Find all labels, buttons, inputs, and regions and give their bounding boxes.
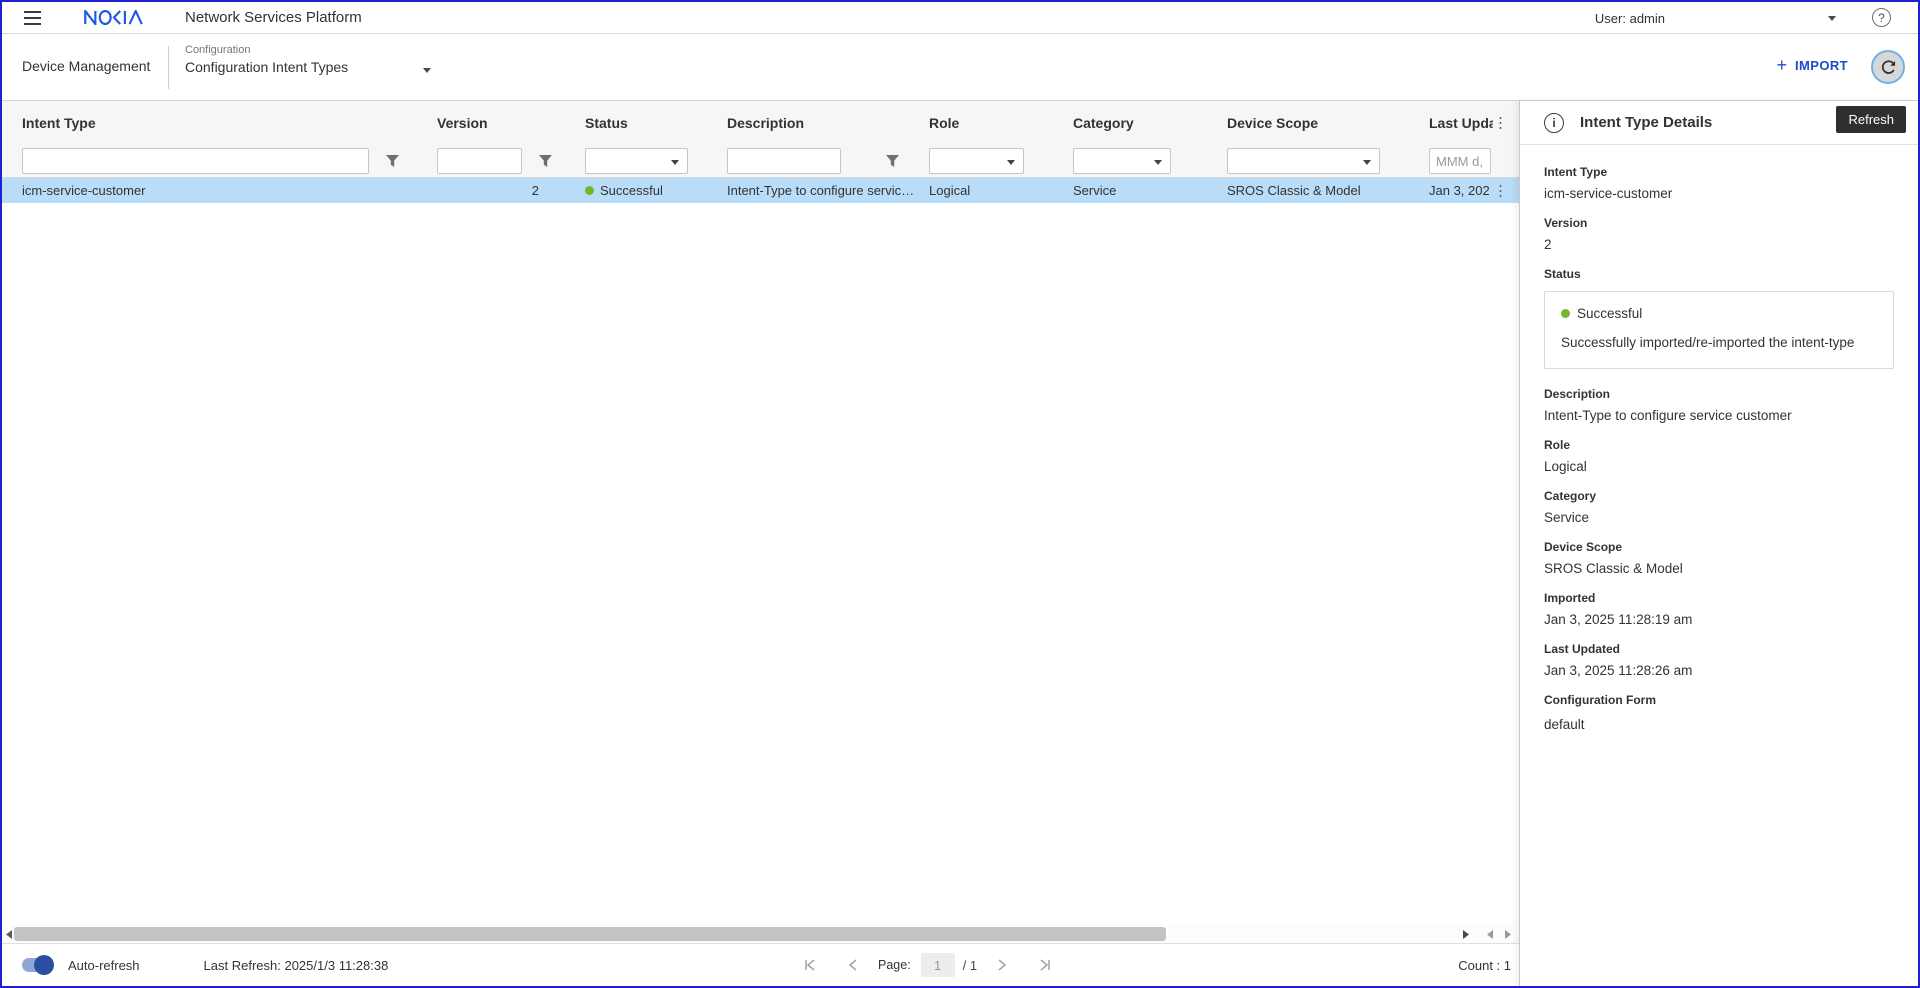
page-number-input[interactable] [921, 953, 955, 977]
table-row-selected[interactable]: icm-service-customer 2 Successful Intent… [2, 178, 1519, 203]
help-icon[interactable]: ? [1872, 8, 1891, 27]
chevron-down-icon [1154, 160, 1162, 165]
filter-input-description[interactable] [727, 148, 841, 174]
details-panel-body: Intent Type icm-service-customer Version… [1520, 145, 1918, 767]
detail-field-last-updated: Last Updated Jan 3, 2025 11:28:26 am [1544, 642, 1894, 678]
detail-field-description: Description Intent-Type to configure ser… [1544, 387, 1894, 423]
pagination: Page: / 1 [802, 944, 1053, 986]
filter-select-category[interactable] [1073, 148, 1171, 174]
column-header-version[interactable]: Version [437, 115, 585, 131]
column-header-description[interactable]: Description [727, 115, 929, 131]
user-menu-caret-icon[interactable] [1828, 16, 1836, 21]
chevron-down-icon [671, 160, 679, 165]
filter-input-version[interactable] [437, 148, 522, 174]
app-title: Network Services Platform [185, 9, 362, 26]
cell-device-scope: SROS Classic & Model [1227, 183, 1429, 198]
first-page-icon[interactable] [802, 958, 818, 972]
filter-input-intent-type[interactable] [22, 148, 369, 174]
cell-version: 2 [437, 183, 585, 198]
status-success-dot-icon [585, 186, 594, 195]
last-page-icon[interactable] [1037, 958, 1053, 972]
filter-select-role[interactable] [929, 148, 1024, 174]
filter-funnel-icon[interactable] [885, 154, 900, 168]
main-area: Intent Type Version Status Description R… [2, 101, 1918, 986]
intent-types-grid: Intent Type Version Status Description R… [2, 101, 1519, 986]
column-header-intent-type[interactable]: Intent Type [22, 115, 437, 131]
toolbar: Device Management Configuration Configur… [2, 34, 1918, 101]
column-header-last-updated[interactable]: Last Updated ⋮ [1429, 101, 1519, 145]
filter-funnel-icon[interactable] [385, 154, 400, 168]
cell-category: Service [1073, 183, 1227, 198]
refresh-icon [1879, 58, 1898, 77]
detail-field-version: Version 2 [1544, 216, 1894, 252]
details-panel-title: Intent Type Details [1580, 114, 1712, 131]
grid-filter-row [2, 145, 1519, 178]
user-menu-label[interactable]: User: admin [1595, 11, 1665, 26]
filter-date-last-updated[interactable] [1429, 148, 1491, 174]
filter-select-status[interactable] [585, 148, 688, 174]
columns-next-arrow-icon[interactable] [1504, 929, 1512, 940]
details-panel: Refresh i Intent Type Details Intent Typ… [1519, 101, 1918, 986]
app-window: Network Services Platform User: admin ? … [0, 0, 1920, 988]
cell-status: Successful [585, 183, 727, 198]
scroll-right-arrow-icon[interactable] [1462, 929, 1470, 940]
column-header-device-scope[interactable]: Device Scope [1227, 115, 1429, 131]
column-header-category[interactable]: Category [1073, 115, 1227, 131]
status-box: Successful Successfully imported/re-impo… [1544, 291, 1894, 369]
status-bar: Auto-refresh Last Refresh: 2025/1/3 11:2… [2, 944, 1519, 986]
detail-field-category: Category Service [1544, 489, 1894, 525]
filter-select-device-scope[interactable] [1227, 148, 1380, 174]
detail-field-device-scope: Device Scope SROS Classic & Model [1544, 540, 1894, 576]
import-button[interactable]: + IMPORT [1777, 56, 1848, 74]
cell-intent-type: icm-service-customer [22, 183, 437, 198]
toolbar-divider [168, 46, 169, 89]
cell-role: Logical [929, 183, 1073, 198]
auto-refresh-label: Auto-refresh [68, 958, 140, 973]
page-label: Page: [878, 958, 911, 972]
status-message: Successfully imported/re-imported the in… [1561, 335, 1877, 350]
cell-description: Intent-Type to configure service custome… [727, 183, 929, 198]
prev-page-icon[interactable] [848, 958, 858, 972]
chevron-down-icon [1363, 160, 1371, 165]
plus-icon: + [1777, 56, 1788, 74]
nav-title: Device Management [22, 58, 150, 74]
last-refresh-text: Last Refresh: 2025/1/3 11:28:38 [204, 958, 389, 973]
scroll-left-arrow-icon[interactable] [5, 929, 13, 940]
filter-funnel-icon[interactable] [538, 154, 553, 168]
nokia-logo [83, 10, 149, 30]
auto-refresh-toggle[interactable] [22, 958, 52, 972]
detail-field-configuration-form: Configuration Form default [1544, 693, 1894, 732]
grid-header-row: Intent Type Version Status Description R… [2, 101, 1519, 145]
detail-field-role: Role Logical [1544, 438, 1894, 474]
page-total: / 1 [963, 958, 977, 973]
detail-field-status: Status Successful Successfully imported/… [1544, 267, 1894, 369]
column-menu-kebab-icon[interactable]: ⋮ [1493, 116, 1507, 131]
hamburger-menu-icon[interactable] [24, 11, 41, 25]
info-icon: i [1544, 113, 1564, 133]
detail-field-imported: Imported Jan 3, 2025 11:28:19 am [1544, 591, 1894, 627]
refresh-tooltip: Refresh [1836, 106, 1906, 133]
top-bar: Network Services Platform User: admin ? [2, 2, 1918, 34]
view-picker-value: Configuration Intent Types [185, 59, 437, 75]
view-picker[interactable]: Configuration Configuration Intent Types [185, 44, 437, 75]
row-count-label: Count : 1 [1458, 958, 1511, 973]
cell-last-updated: Jan 3, 2025 11:28:26 am ⋮ [1429, 178, 1519, 203]
scrollbar-thumb[interactable] [14, 927, 1166, 941]
next-page-icon[interactable] [997, 958, 1007, 972]
horizontal-scrollbar[interactable] [2, 925, 1519, 944]
import-button-label: IMPORT [1795, 58, 1848, 73]
column-header-role[interactable]: Role [929, 115, 1073, 131]
columns-prev-arrow-icon[interactable] [1486, 929, 1494, 940]
refresh-button[interactable] [1871, 50, 1905, 84]
chevron-down-icon [423, 68, 431, 73]
detail-field-intent-type: Intent Type icm-service-customer [1544, 165, 1894, 201]
chevron-down-icon [1007, 160, 1015, 165]
grid-empty-space [2, 203, 1519, 925]
status-success-dot-icon [1561, 309, 1570, 318]
view-picker-caption: Configuration [185, 44, 437, 56]
row-actions-kebab-icon[interactable]: ⋮ [1493, 183, 1507, 198]
column-header-status[interactable]: Status [585, 115, 727, 131]
